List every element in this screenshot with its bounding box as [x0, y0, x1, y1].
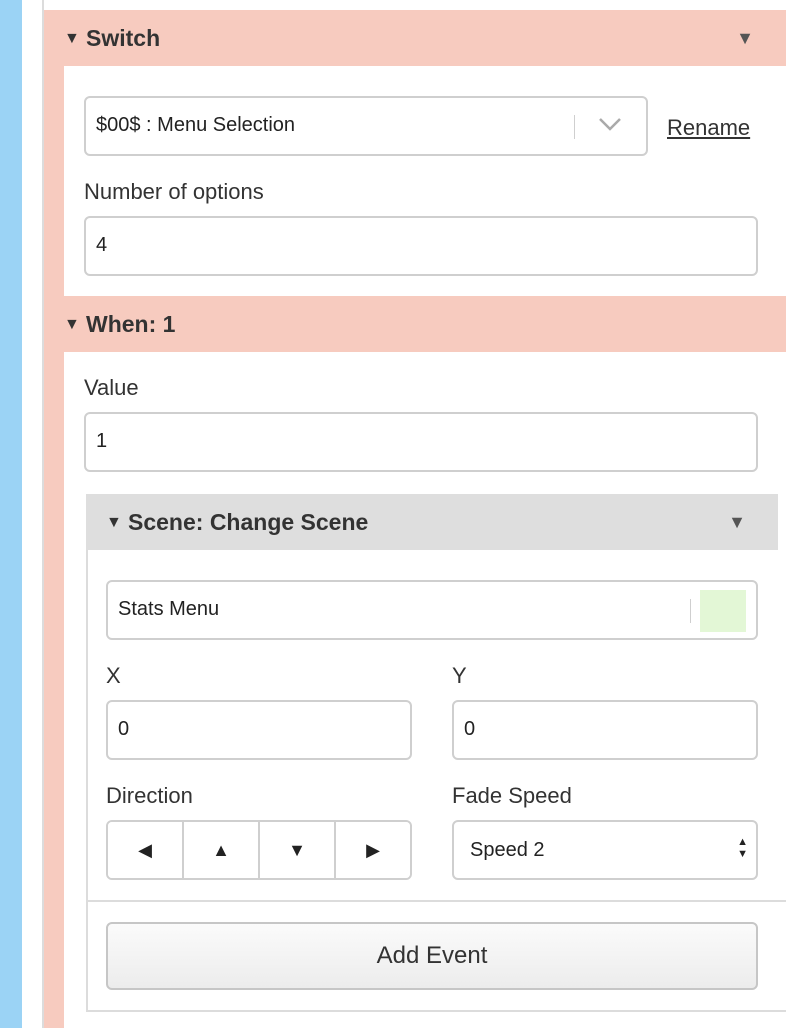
direction-up-button[interactable]: ▲ [184, 822, 260, 878]
event-menu-icon[interactable]: ▼ [728, 512, 746, 533]
expanded-triangle-icon: ▼ [106, 514, 122, 531]
value-input-value: 1 [96, 430, 108, 452]
section-indent-bar [44, 10, 64, 1028]
fade-speed-label: Fade Speed [452, 783, 572, 808]
scene-select-value: Stats Menu [118, 598, 220, 620]
add-event-button[interactable]: Add Event [106, 922, 758, 990]
sidebar-accent-strip [0, 0, 22, 1028]
y-label: Y [452, 663, 467, 688]
fade-speed-value: Speed 2 [470, 839, 545, 861]
variable-select[interactable]: $00$ : Menu Selection [84, 96, 648, 156]
select-separator [574, 115, 575, 139]
select-separator [690, 599, 691, 623]
fade-speed-select[interactable]: Speed 2 ▲ ▼ [452, 820, 758, 880]
variable-select-value: $00$ : Menu Selection [96, 114, 296, 136]
section-menu-icon[interactable]: ▼ [736, 28, 754, 49]
direction-down-button[interactable]: ▼ [260, 822, 336, 878]
x-label: X [106, 663, 121, 688]
expanded-triangle-icon: ▼ [64, 316, 80, 333]
direction-button-group: ◀ ▲ ▼ ▶ [106, 820, 412, 880]
y-input-value: 0 [464, 718, 476, 740]
updown-arrows-icon: ▲ ▼ [737, 836, 748, 860]
rename-link[interactable]: Rename [667, 115, 750, 141]
scene-event-title: Scene: Change Scene [128, 509, 369, 535]
value-label: Value [84, 375, 139, 400]
number-of-options-value: 4 [96, 234, 108, 256]
number-of-options-label: Number of options [84, 179, 264, 204]
value-input[interactable]: 1 [84, 412, 758, 472]
chevron-down-icon[interactable] [596, 110, 624, 144]
sidebar-gap [22, 0, 42, 1028]
switch-section-title: Switch [86, 25, 161, 51]
y-input[interactable]: 0 [452, 700, 758, 760]
when-section-header[interactable]: ▼ When: 1 [44, 296, 786, 352]
x-input[interactable]: 0 [106, 700, 412, 760]
scene-event-header[interactable]: ▼ Scene: Change Scene ▼ [86, 494, 778, 550]
direction-right-button[interactable]: ▶ [336, 822, 410, 878]
direction-label: Direction [106, 783, 193, 808]
scene-select[interactable]: Stats Menu [106, 580, 758, 640]
expanded-triangle-icon: ▼ [64, 30, 80, 47]
scene-thumbnail [700, 590, 746, 632]
switch-section-header[interactable]: ▼ Switch ▼ [44, 10, 786, 66]
number-of-options-input[interactable]: 4 [84, 216, 758, 276]
section-divider [88, 900, 786, 902]
when-section-title: When: 1 [86, 311, 176, 337]
direction-left-button[interactable]: ◀ [108, 822, 184, 878]
x-input-value: 0 [118, 718, 130, 740]
